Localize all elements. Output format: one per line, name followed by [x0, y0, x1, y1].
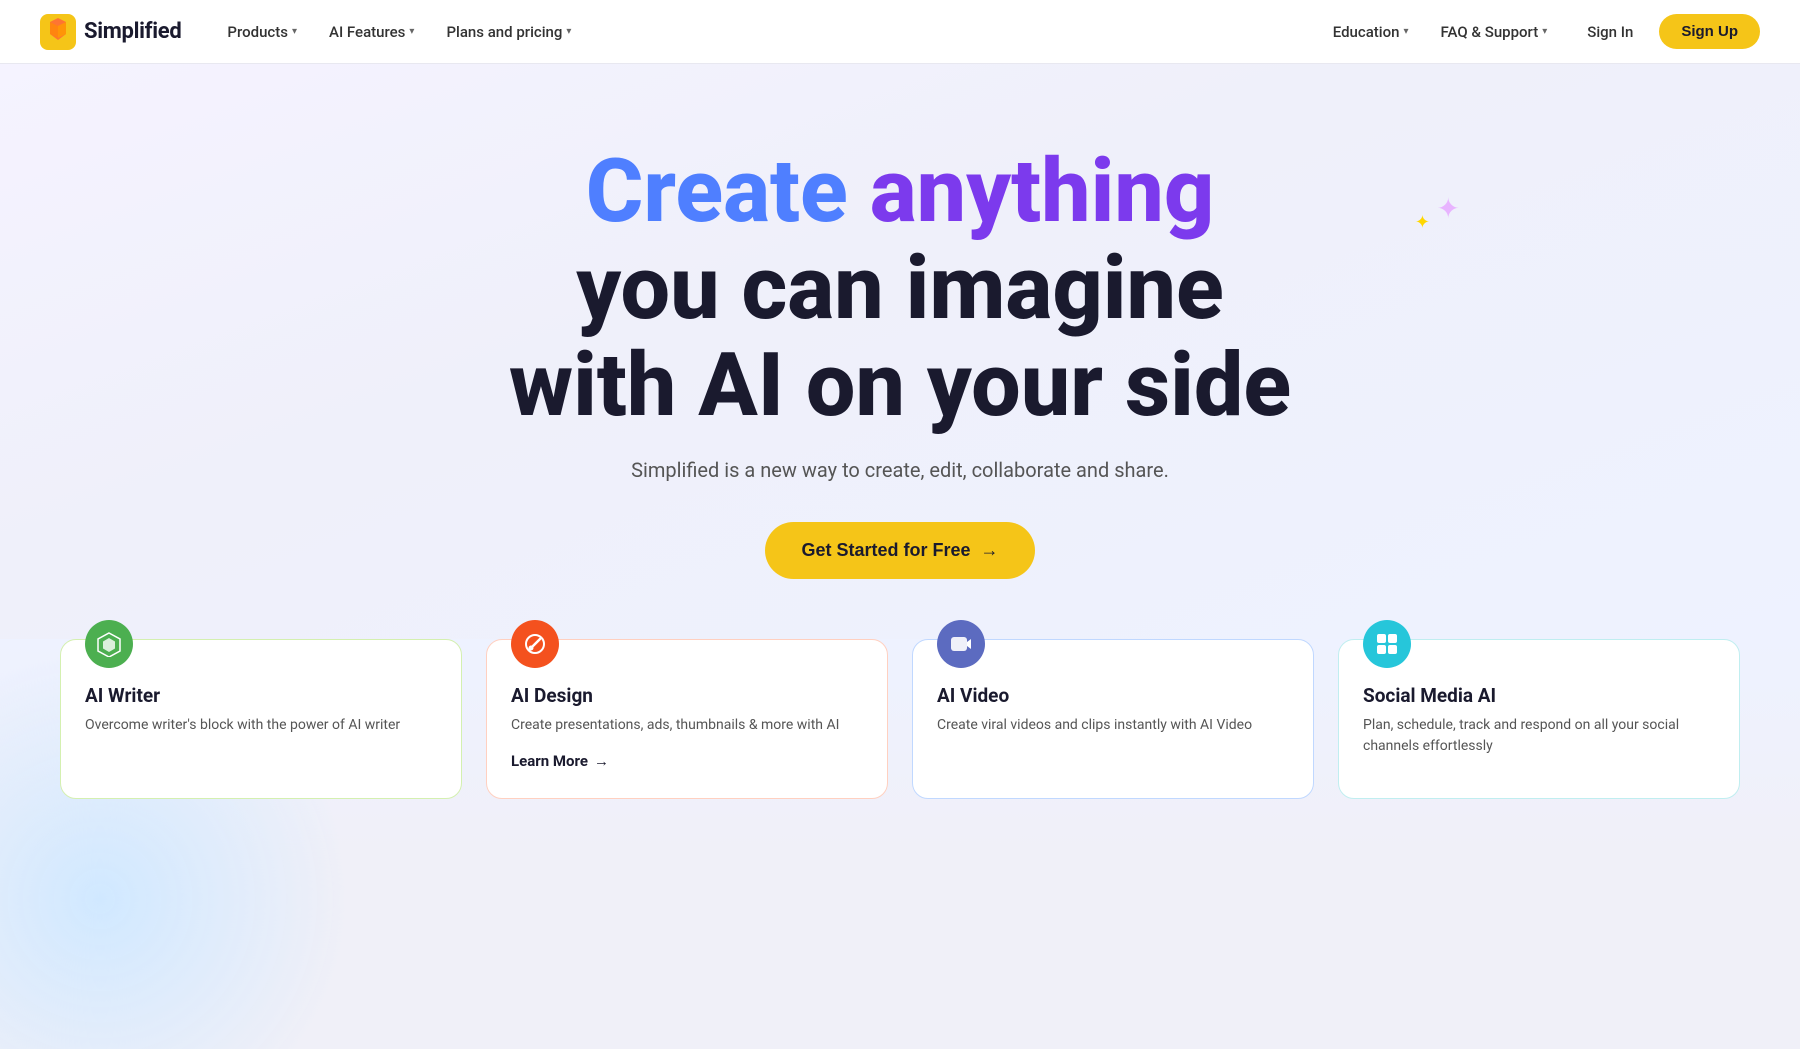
hero-cta-button[interactable]: Get Started for Free →	[765, 522, 1034, 579]
hero-section: ✦ ✦ Create anything you can imagine with…	[0, 64, 1800, 639]
logo-link[interactable]: Simplified	[40, 14, 181, 50]
nav-right: Education ▾ FAQ & Support ▾ Sign In Sign…	[1319, 14, 1760, 49]
chevron-down-icon: ▾	[1404, 26, 1409, 37]
nav-item-products[interactable]: Products ▾	[213, 15, 311, 49]
card-ai-writer: AI Writer Overcome writer's block with t…	[60, 639, 462, 799]
nav-item-ai-features[interactable]: AI Features ▾	[315, 15, 428, 49]
card-ai-design-desc: Create presentations, ads, thumbnails & …	[511, 715, 863, 736]
card-social-desc: Plan, schedule, track and respond on all…	[1363, 715, 1715, 757]
card-ai-design-title: AI Design	[511, 684, 863, 707]
card-ai-video-desc: Create viral videos and clips instantly …	[937, 715, 1289, 736]
hero-title-line3: with AI on your side	[509, 334, 1291, 437]
cards-section: AI Writer Overcome writer's block with t…	[0, 639, 1800, 859]
brand-name: Simplified	[84, 19, 181, 44]
nav-item-faq[interactable]: FAQ & Support ▾	[1427, 15, 1562, 49]
hero-subtitle: Simplified is a new way to create, edit,…	[631, 458, 1169, 482]
hero-title-anything: anything	[870, 140, 1215, 243]
arrow-icon: →	[981, 540, 999, 561]
arrow-right-icon: →	[594, 752, 609, 770]
hero-cta-label: Get Started for Free	[801, 540, 970, 561]
hero-title: Create anything you can imagine with AI …	[509, 144, 1291, 434]
nav-menu-left: Products ▾ AI Features ▾ Plans and prici…	[213, 15, 585, 49]
chevron-down-icon: ▾	[566, 26, 571, 37]
hero-title-line2: you can imagine	[576, 237, 1224, 340]
nav-item-education[interactable]: Education ▾	[1319, 15, 1423, 49]
nav-item-plans[interactable]: Plans and pricing ▾	[432, 15, 585, 49]
learn-more-button[interactable]: Learn More →	[511, 752, 863, 770]
logo-icon	[40, 14, 76, 50]
sparkle-small-icon: ✦	[1415, 212, 1430, 233]
card-ai-design-icon	[511, 620, 559, 668]
chevron-down-icon: ▾	[292, 26, 297, 37]
signup-button[interactable]: Sign Up	[1659, 14, 1760, 49]
navbar: Simplified Products ▾ AI Features ▾ Plan…	[0, 0, 1800, 64]
card-social-media: Social Media AI Plan, schedule, track an…	[1338, 639, 1740, 799]
chevron-down-icon: ▾	[409, 26, 414, 37]
signin-button[interactable]: Sign In	[1569, 15, 1651, 49]
card-ai-writer-title: AI Writer	[85, 684, 437, 707]
sparkle-large-icon: ✦	[1437, 192, 1460, 225]
card-social-title: Social Media AI	[1363, 684, 1715, 707]
nav-left: Simplified Products ▾ AI Features ▾ Plan…	[40, 14, 585, 50]
card-ai-video-icon	[937, 620, 985, 668]
card-social-icon	[1363, 620, 1411, 668]
chevron-down-icon: ▾	[1542, 26, 1547, 37]
card-ai-video-title: AI Video	[937, 684, 1289, 707]
card-ai-writer-icon	[85, 620, 133, 668]
nav-menu-right: Education ▾ FAQ & Support ▾	[1319, 15, 1561, 49]
card-ai-video: AI Video Create viral videos and clips i…	[912, 639, 1314, 799]
card-ai-design: AI Design Create presentations, ads, thu…	[486, 639, 888, 799]
hero-title-create: Create	[586, 140, 848, 243]
card-ai-writer-desc: Overcome writer's block with the power o…	[85, 715, 437, 736]
